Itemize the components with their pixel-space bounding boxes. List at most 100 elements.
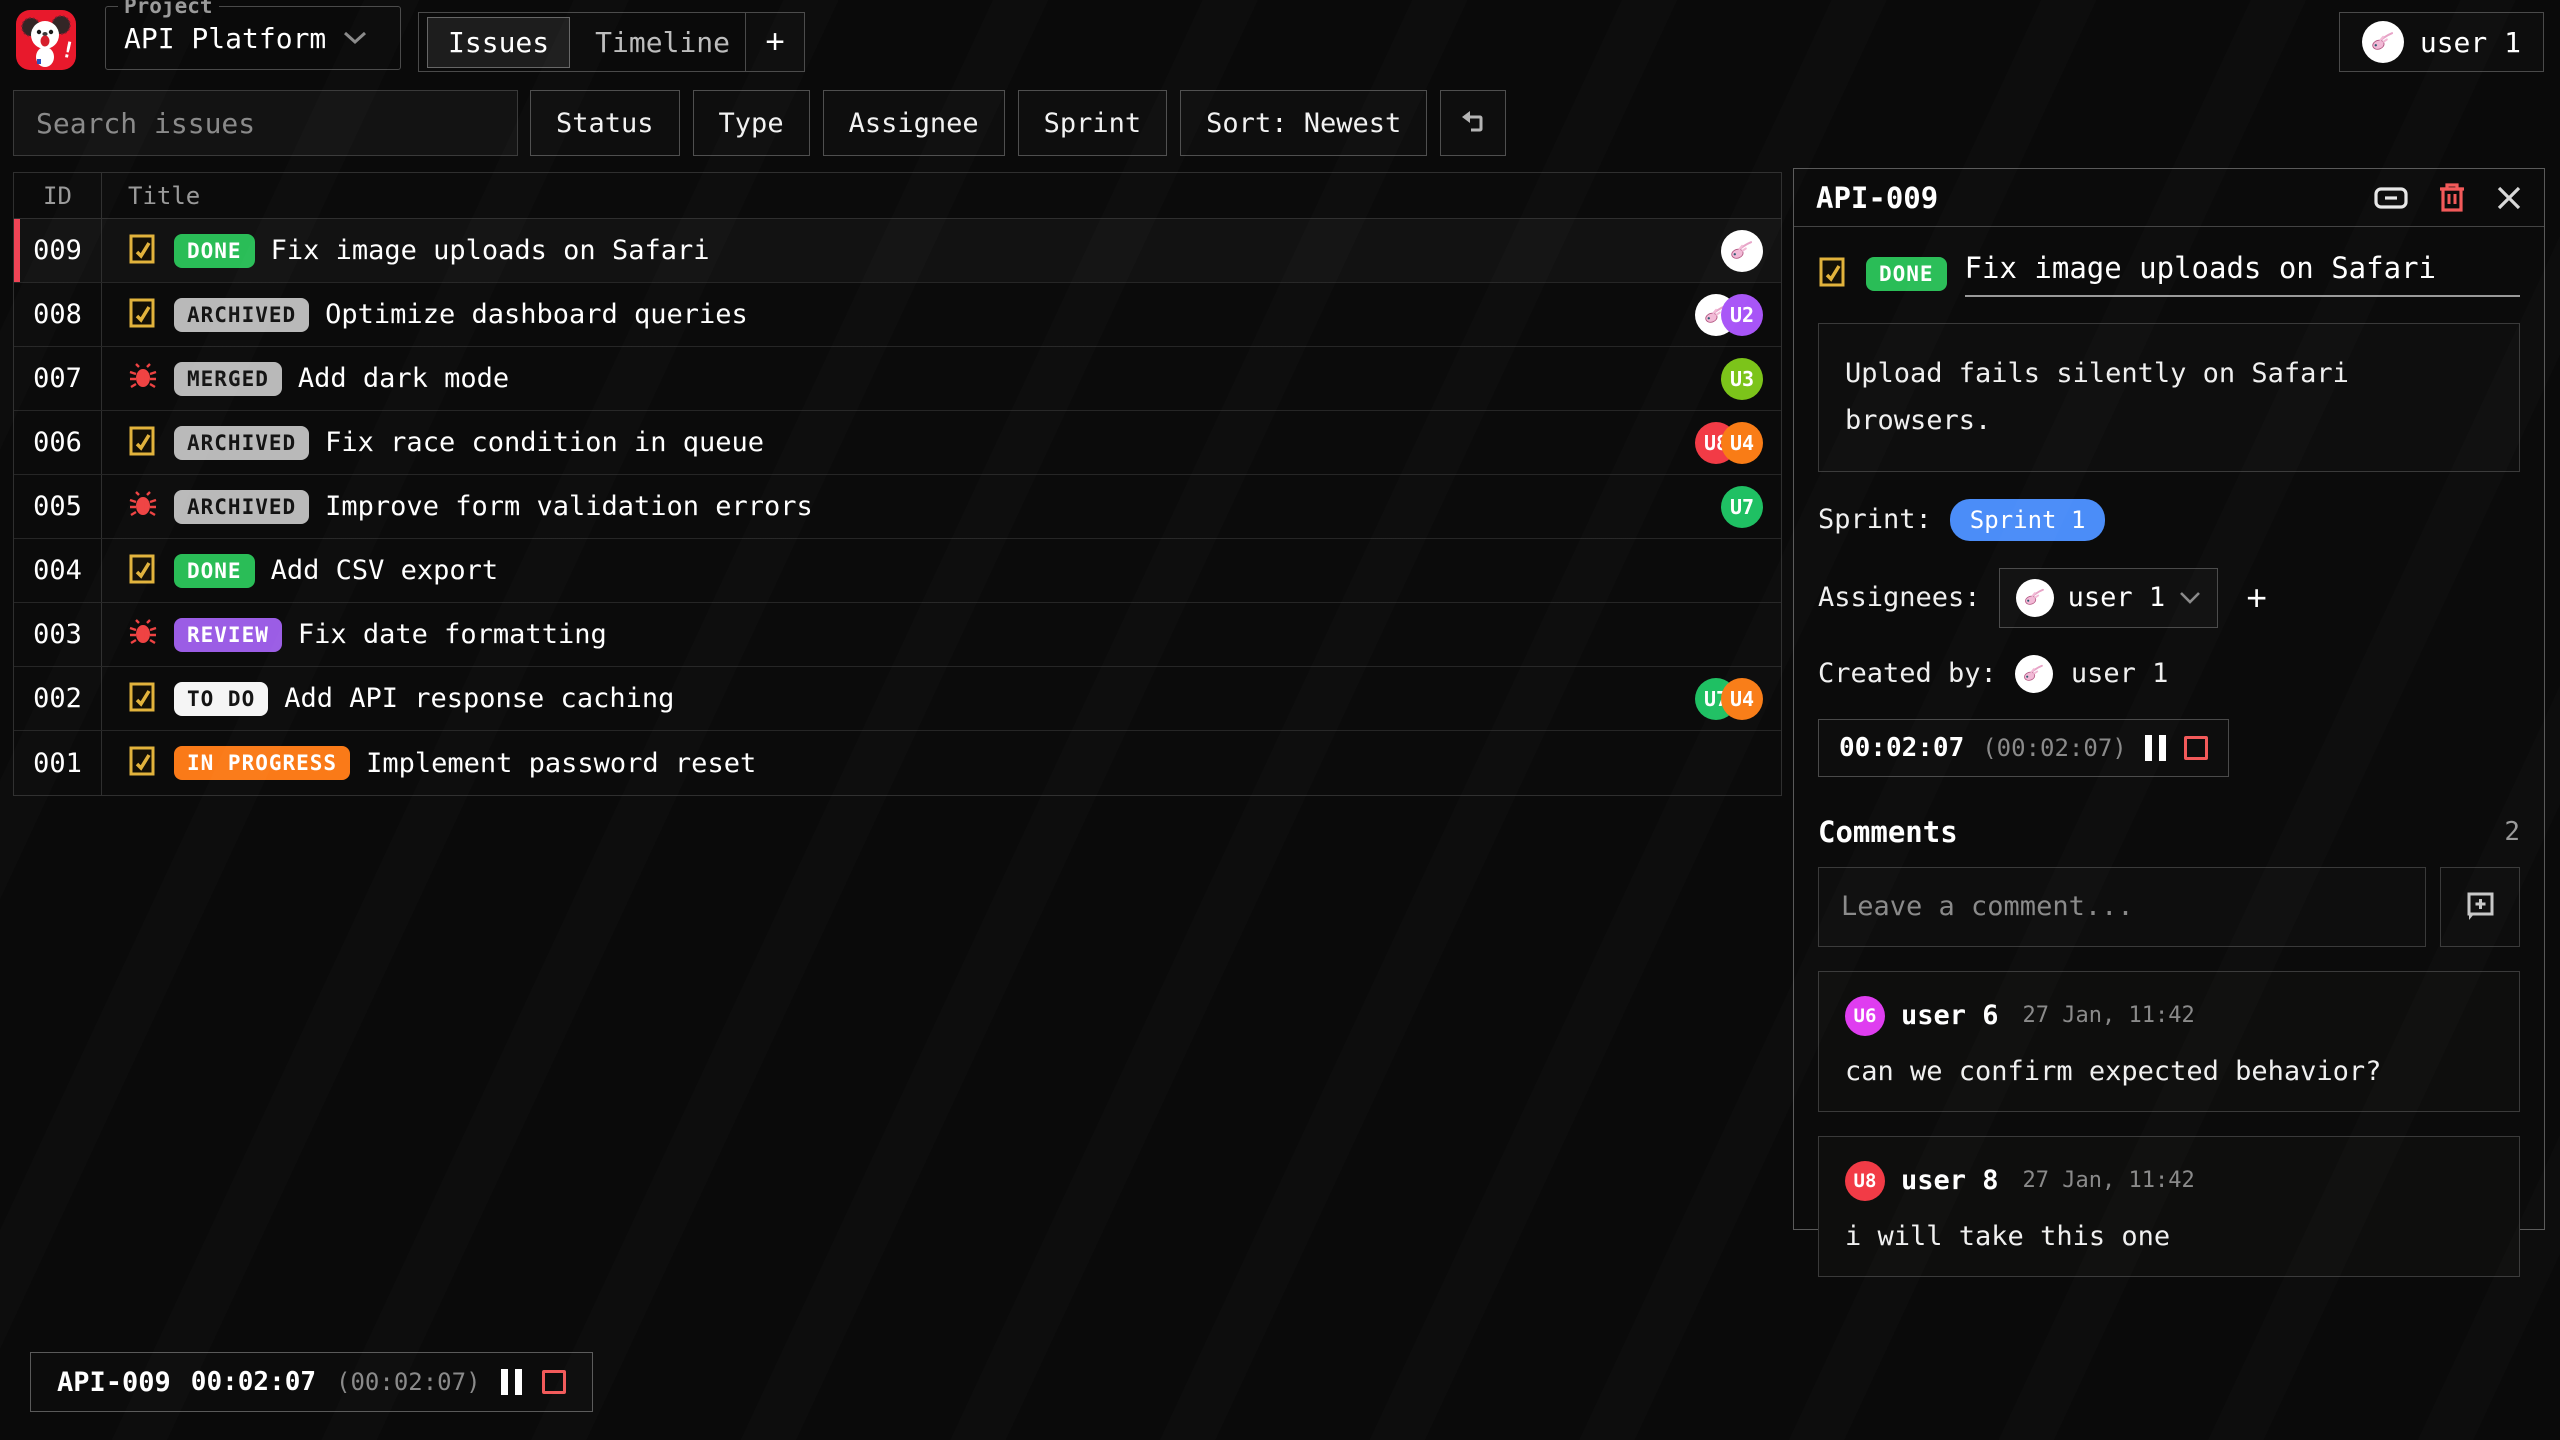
timer-issue-key: API-009 <box>57 1367 171 1398</box>
assignee-name: user 1 <box>2068 582 2166 613</box>
filter-sprint-button[interactable]: Sprint <box>1018 90 1168 156</box>
status-badge: ARCHIVED <box>174 298 309 332</box>
commenter-avatar: U6 <box>1845 996 1885 1036</box>
stop-timer-button[interactable] <box>2184 736 2208 760</box>
comment-text: can we confirm expected behavior? <box>1845 1056 2493 1087</box>
koala-logo-icon: ! <box>16 10 76 70</box>
comment-text: i will take this one <box>1845 1221 2493 1252</box>
user-menu-button[interactable]: user 1 <box>2339 12 2544 72</box>
commenter-name: user 8 <box>1901 1165 1999 1196</box>
issues-table: ID Title 009 DONE Fix image uploads on S… <box>13 172 1782 796</box>
issue-id: 001 <box>14 731 102 795</box>
issue-id: 003 <box>14 603 102 666</box>
table-row[interactable]: 008 ARCHIVED Optimize dashboard queries … <box>14 283 1781 347</box>
copy-link-button[interactable] <box>2374 186 2408 210</box>
column-header-title: Title <box>102 173 1781 218</box>
issue-title: Implement password reset <box>366 748 756 779</box>
task-checkbox-icon <box>128 554 158 584</box>
column-header-id: ID <box>14 173 102 218</box>
description-field[interactable]: Upload fails silently on Safari browsers… <box>1818 323 2520 472</box>
pause-timer-button[interactable] <box>501 1369 522 1395</box>
sort-button[interactable]: Sort: Newest <box>1180 90 1427 156</box>
task-checkbox-icon <box>128 426 158 456</box>
assignee-avatar: U3 <box>1721 358 1763 400</box>
filter-type-button[interactable]: Type <box>693 90 810 156</box>
sprint-chip[interactable]: Sprint 1 <box>1950 499 2106 541</box>
timer-total: (00:02:07) <box>336 1368 481 1396</box>
stop-icon <box>2184 736 2208 760</box>
pause-icon <box>2145 735 2166 761</box>
table-row[interactable]: 002 TO DO Add API response caching U7U4 <box>14 667 1781 731</box>
comments-count: 2 <box>2504 817 2520 847</box>
delete-issue-button[interactable] <box>2438 183 2466 213</box>
chevron-down-icon <box>2179 591 2201 605</box>
assignee-avatars <box>1721 230 1763 272</box>
project-selector[interactable]: Project API Platform <box>105 6 401 70</box>
creator-name: user 1 <box>2071 658 2169 689</box>
status-badge: REVIEW <box>174 618 282 652</box>
comment-timestamp: 27 Jan, 11:42 <box>2023 1168 2195 1193</box>
table-row[interactable]: 006 ARCHIVED Fix race condition in queue… <box>14 411 1781 475</box>
detail-header: API-009 <box>1794 169 2544 227</box>
issue-id: 006 <box>14 411 102 474</box>
status-badge: DONE <box>1866 257 1947 291</box>
add-comment-button[interactable] <box>2440 867 2520 947</box>
user-name: user 1 <box>2420 26 2521 59</box>
tab-issues[interactable]: Issues <box>427 17 570 68</box>
tab-timeline[interactable]: Timeline <box>574 17 751 68</box>
issue-title: Optimize dashboard queries <box>325 299 748 330</box>
table-row[interactable]: 003 REVIEW Fix date formatting <box>14 603 1781 667</box>
comments-title: Comments <box>1818 815 1958 849</box>
user1-avatar <box>2016 579 2054 617</box>
bug-icon <box>128 362 158 392</box>
assignee-select[interactable]: user 1 <box>1999 568 2219 628</box>
assignee-avatar: U7 <box>1721 486 1763 528</box>
user1-avatar <box>2015 655 2053 693</box>
add-assignee-button[interactable]: + <box>2236 577 2277 619</box>
commenter-name: user 6 <box>1901 1000 1999 1031</box>
active-timer-bar: API-009 00:02:07 (00:02:07) <box>30 1352 593 1412</box>
reset-filters-button[interactable] <box>1440 90 1506 156</box>
assignee-avatar: U4 <box>1721 678 1763 720</box>
issue-detail-panel: API-009 <box>1793 168 2545 1230</box>
issue-type-icon <box>128 234 158 268</box>
assignee-avatars: U8U4 <box>1695 422 1763 464</box>
issue-type-icon <box>128 490 158 524</box>
bug-icon <box>128 490 158 520</box>
assignee-avatars: U7U4 <box>1695 678 1763 720</box>
task-checkbox-icon <box>1818 257 1848 287</box>
close-panel-button[interactable] <box>2496 185 2522 211</box>
pause-timer-button[interactable] <box>2145 735 2166 761</box>
app-logo: ! <box>16 10 76 70</box>
stop-timer-button[interactable] <box>542 1370 566 1394</box>
user1-avatar <box>2362 21 2404 63</box>
assignee-avatars: U2 <box>1695 294 1763 336</box>
comment-input[interactable] <box>1818 867 2426 947</box>
comment: U8 user 8 27 Jan, 11:42 i will take this… <box>1818 1136 2520 1277</box>
add-tab-button[interactable]: + <box>745 12 805 72</box>
table-row[interactable]: 009 DONE Fix image uploads on Safari <box>14 219 1781 283</box>
issue-title: Add dark mode <box>298 363 509 394</box>
issue-id: 002 <box>14 667 102 730</box>
filter-assignee-button[interactable]: Assignee <box>823 90 1005 156</box>
table-row[interactable]: 001 IN PROGRESS Implement password reset <box>14 731 1781 795</box>
filter-status-button[interactable]: Status <box>530 90 680 156</box>
issue-title: Improve form validation errors <box>325 491 813 522</box>
task-checkbox-icon <box>128 298 158 328</box>
issue-type-icon <box>128 682 158 716</box>
issue-type-icon <box>128 554 158 588</box>
project-label: Project <box>118 0 219 18</box>
issue-type-icon <box>128 426 158 460</box>
table-row[interactable]: 005 ARCHIVED Improve form validation err… <box>14 475 1781 539</box>
created-by-label: Created by: <box>1818 658 1997 689</box>
status-badge: DONE <box>174 554 255 588</box>
stop-icon <box>542 1370 566 1394</box>
issue-title: Fix date formatting <box>298 619 607 650</box>
search-input[interactable] <box>13 90 518 156</box>
link-icon <box>2374 186 2408 210</box>
table-row[interactable]: 004 DONE Add CSV export <box>14 539 1781 603</box>
issue-title-input[interactable]: Fix image uploads on Safari <box>1965 251 2520 297</box>
project-name: API Platform <box>124 22 326 55</box>
timer-elapsed: 00:02:07 <box>1839 733 1964 763</box>
table-row[interactable]: 007 MERGED Add dark mode U3 <box>14 347 1781 411</box>
